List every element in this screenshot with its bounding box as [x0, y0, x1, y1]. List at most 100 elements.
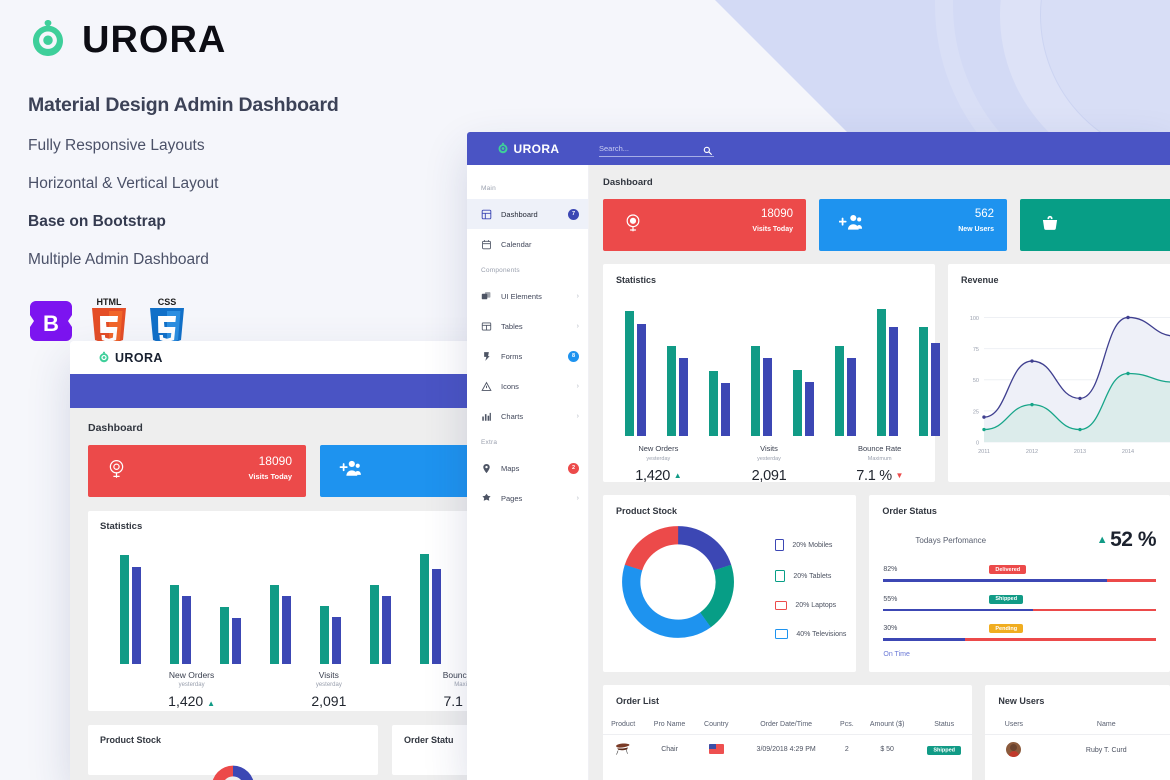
sidebar-item-maps[interactable]: Maps 2	[467, 453, 588, 483]
bar-series-previous	[805, 382, 814, 436]
stat-group-value: 2,091	[311, 693, 347, 709]
stat-group-label: New Orders	[168, 670, 215, 680]
svg-text:50: 50	[973, 378, 979, 384]
main-content: Dashboard 18090 Visits Today 562 New Use…	[589, 165, 1170, 780]
search-icon[interactable]	[703, 142, 712, 160]
col-product: Product	[603, 715, 644, 735]
stat-card-visits[interactable]: 18090 Visits Today	[88, 445, 306, 497]
bar-group	[709, 370, 730, 436]
stat-group-sublabel: yesterday	[315, 682, 342, 688]
sidebar-item-dashboard[interactable]: Dashboard 7	[467, 199, 588, 229]
sidebar-item-label: Calendar	[501, 239, 532, 249]
visits-icon	[106, 458, 127, 484]
bar-group	[120, 554, 141, 664]
order-status-fill	[883, 579, 1107, 582]
legend-item-mobiles: 20% Mobiles	[775, 539, 846, 551]
stat-card-visits-label: Visits Today	[248, 472, 293, 481]
sidebar-item-pages[interactable]: Pages ›	[467, 483, 588, 513]
sidebar-item-label: Icons	[501, 381, 519, 391]
sidebar-item-forms[interactable]: Forms 8	[467, 341, 588, 371]
stat-card-visits-label: Visits Today	[752, 226, 793, 233]
horizontal-brand[interactable]: URORA	[98, 351, 163, 365]
table-row[interactable]: Ruby T. Curd	[985, 735, 1170, 767]
chevron-right-icon: ›	[576, 382, 579, 390]
bar-series-current	[919, 326, 928, 436]
form-icon	[481, 351, 492, 362]
order-status-bar-pending: 30% Pending	[869, 624, 1170, 641]
sidebar-section-components: Components	[481, 267, 520, 274]
bar-series-current	[320, 606, 329, 664]
stat-card-new-users[interactable]: 562 New Users	[819, 199, 1007, 251]
sidebar-item-ui-elements[interactable]: UI Elements ›	[467, 281, 588, 311]
sidebar-section-extra: Extra	[481, 439, 498, 446]
bar-group	[919, 326, 940, 436]
search-input[interactable]	[599, 143, 685, 153]
cell-pro-name: Chair	[661, 746, 678, 753]
bar-series-previous	[889, 326, 898, 436]
bar-series-previous	[182, 596, 191, 664]
bar-group	[751, 345, 772, 436]
svg-text:HTML: HTML	[97, 297, 122, 307]
stat-group-bounce-rate: Bounce Rate Maximum 7.1 % ▼	[824, 444, 935, 484]
stat-group-sublabel: yesterday	[646, 456, 671, 462]
performance-value: ▲ 52 %	[1096, 528, 1157, 551]
triangle-icon	[481, 381, 492, 392]
bar-series-previous	[382, 596, 391, 664]
sidebar-item-badge: 8	[568, 350, 579, 362]
svg-text:75: 75	[973, 347, 979, 353]
order-status-percent: 82%	[883, 566, 898, 573]
main-body: Main Dashboard 7 Calendar Components UI Eleme…	[467, 165, 1170, 780]
order-status-title: Order Status	[882, 506, 937, 516]
legend-item-laptops: 20% Laptops	[775, 601, 846, 610]
revenue-title: Revenue	[961, 275, 999, 285]
bar-series-current	[370, 585, 379, 664]
add-user-icon	[838, 213, 864, 238]
promo-column: URORA Material Design Admin Dashboard Fu…	[28, 18, 458, 347]
chevron-right-icon: ›	[576, 292, 579, 300]
bootstrap-icon: B	[28, 295, 74, 347]
new-users-title: New Users	[998, 696, 1045, 706]
legend-item-tablets: 20% Tablets	[775, 570, 846, 582]
stat-card-visits[interactable]: 18090 Visits Today	[603, 199, 806, 251]
sidebar-item-tables[interactable]: Tables ›	[467, 311, 588, 341]
charts-row: Statistics New Orders yesterday 1,420 ▲ …	[603, 264, 1170, 484]
bar-series-current	[877, 309, 886, 436]
sidebar-item-icons[interactable]: Icons ›	[467, 371, 588, 401]
brand-lockup: URORA	[28, 18, 458, 62]
laptop-icon	[775, 601, 788, 610]
tech-badges: B HTML CSS	[28, 295, 458, 347]
order-status-tag: Shipped	[989, 594, 1024, 604]
order-status-tag: Delivered	[989, 565, 1027, 574]
main-brand[interactable]: URORA	[467, 142, 589, 156]
stat-group-value: 2,091	[751, 468, 787, 484]
bar-group	[170, 585, 191, 664]
bar-group	[667, 345, 688, 436]
table-row[interactable]: Chair 3/09/2018 4:29 PM 2 $ 50 Shipped	[603, 735, 972, 765]
search-box[interactable]	[599, 140, 714, 157]
bar-series-previous	[763, 358, 772, 436]
sidebar-item-charts[interactable]: Charts ›	[467, 401, 588, 431]
main-dashboard-window: URORA Main Dashboard 7 Calendar Components UI…	[467, 132, 1170, 780]
sidebar-item-calendar[interactable]: Calendar	[467, 229, 588, 259]
pin-icon	[481, 463, 492, 474]
cell-avatar	[985, 735, 1042, 767]
order-status-panel: Order Status Todays Perfomance ▲ 52 % 82%…	[869, 495, 1170, 672]
cell-country	[696, 735, 737, 765]
bar-series-current	[751, 345, 760, 436]
stat-group-label: Visits	[760, 444, 778, 453]
bar-group	[625, 310, 646, 436]
order-status-footer[interactable]: On Time	[869, 641, 1170, 658]
sidebar-item-label: Pages	[501, 493, 523, 503]
basket-icon	[1040, 213, 1060, 238]
bar-series-current	[835, 345, 844, 436]
bar-series-current	[709, 370, 718, 436]
order-status-bar-head: 30% Pending	[883, 624, 1156, 633]
col-date-time: Order Date/Time	[736, 715, 836, 735]
new-users-header-row: Users Name	[985, 715, 1170, 735]
order-status-tag: Pending	[989, 624, 1024, 633]
horizontal-product-stock-title: Product Stock	[100, 735, 162, 745]
col-users: Users	[985, 715, 1043, 735]
bar-series-current	[420, 553, 429, 664]
stat-group-sublabel: yesterday	[178, 682, 205, 688]
stat-card-new-orders[interactable]: 7 New	[1020, 199, 1170, 251]
